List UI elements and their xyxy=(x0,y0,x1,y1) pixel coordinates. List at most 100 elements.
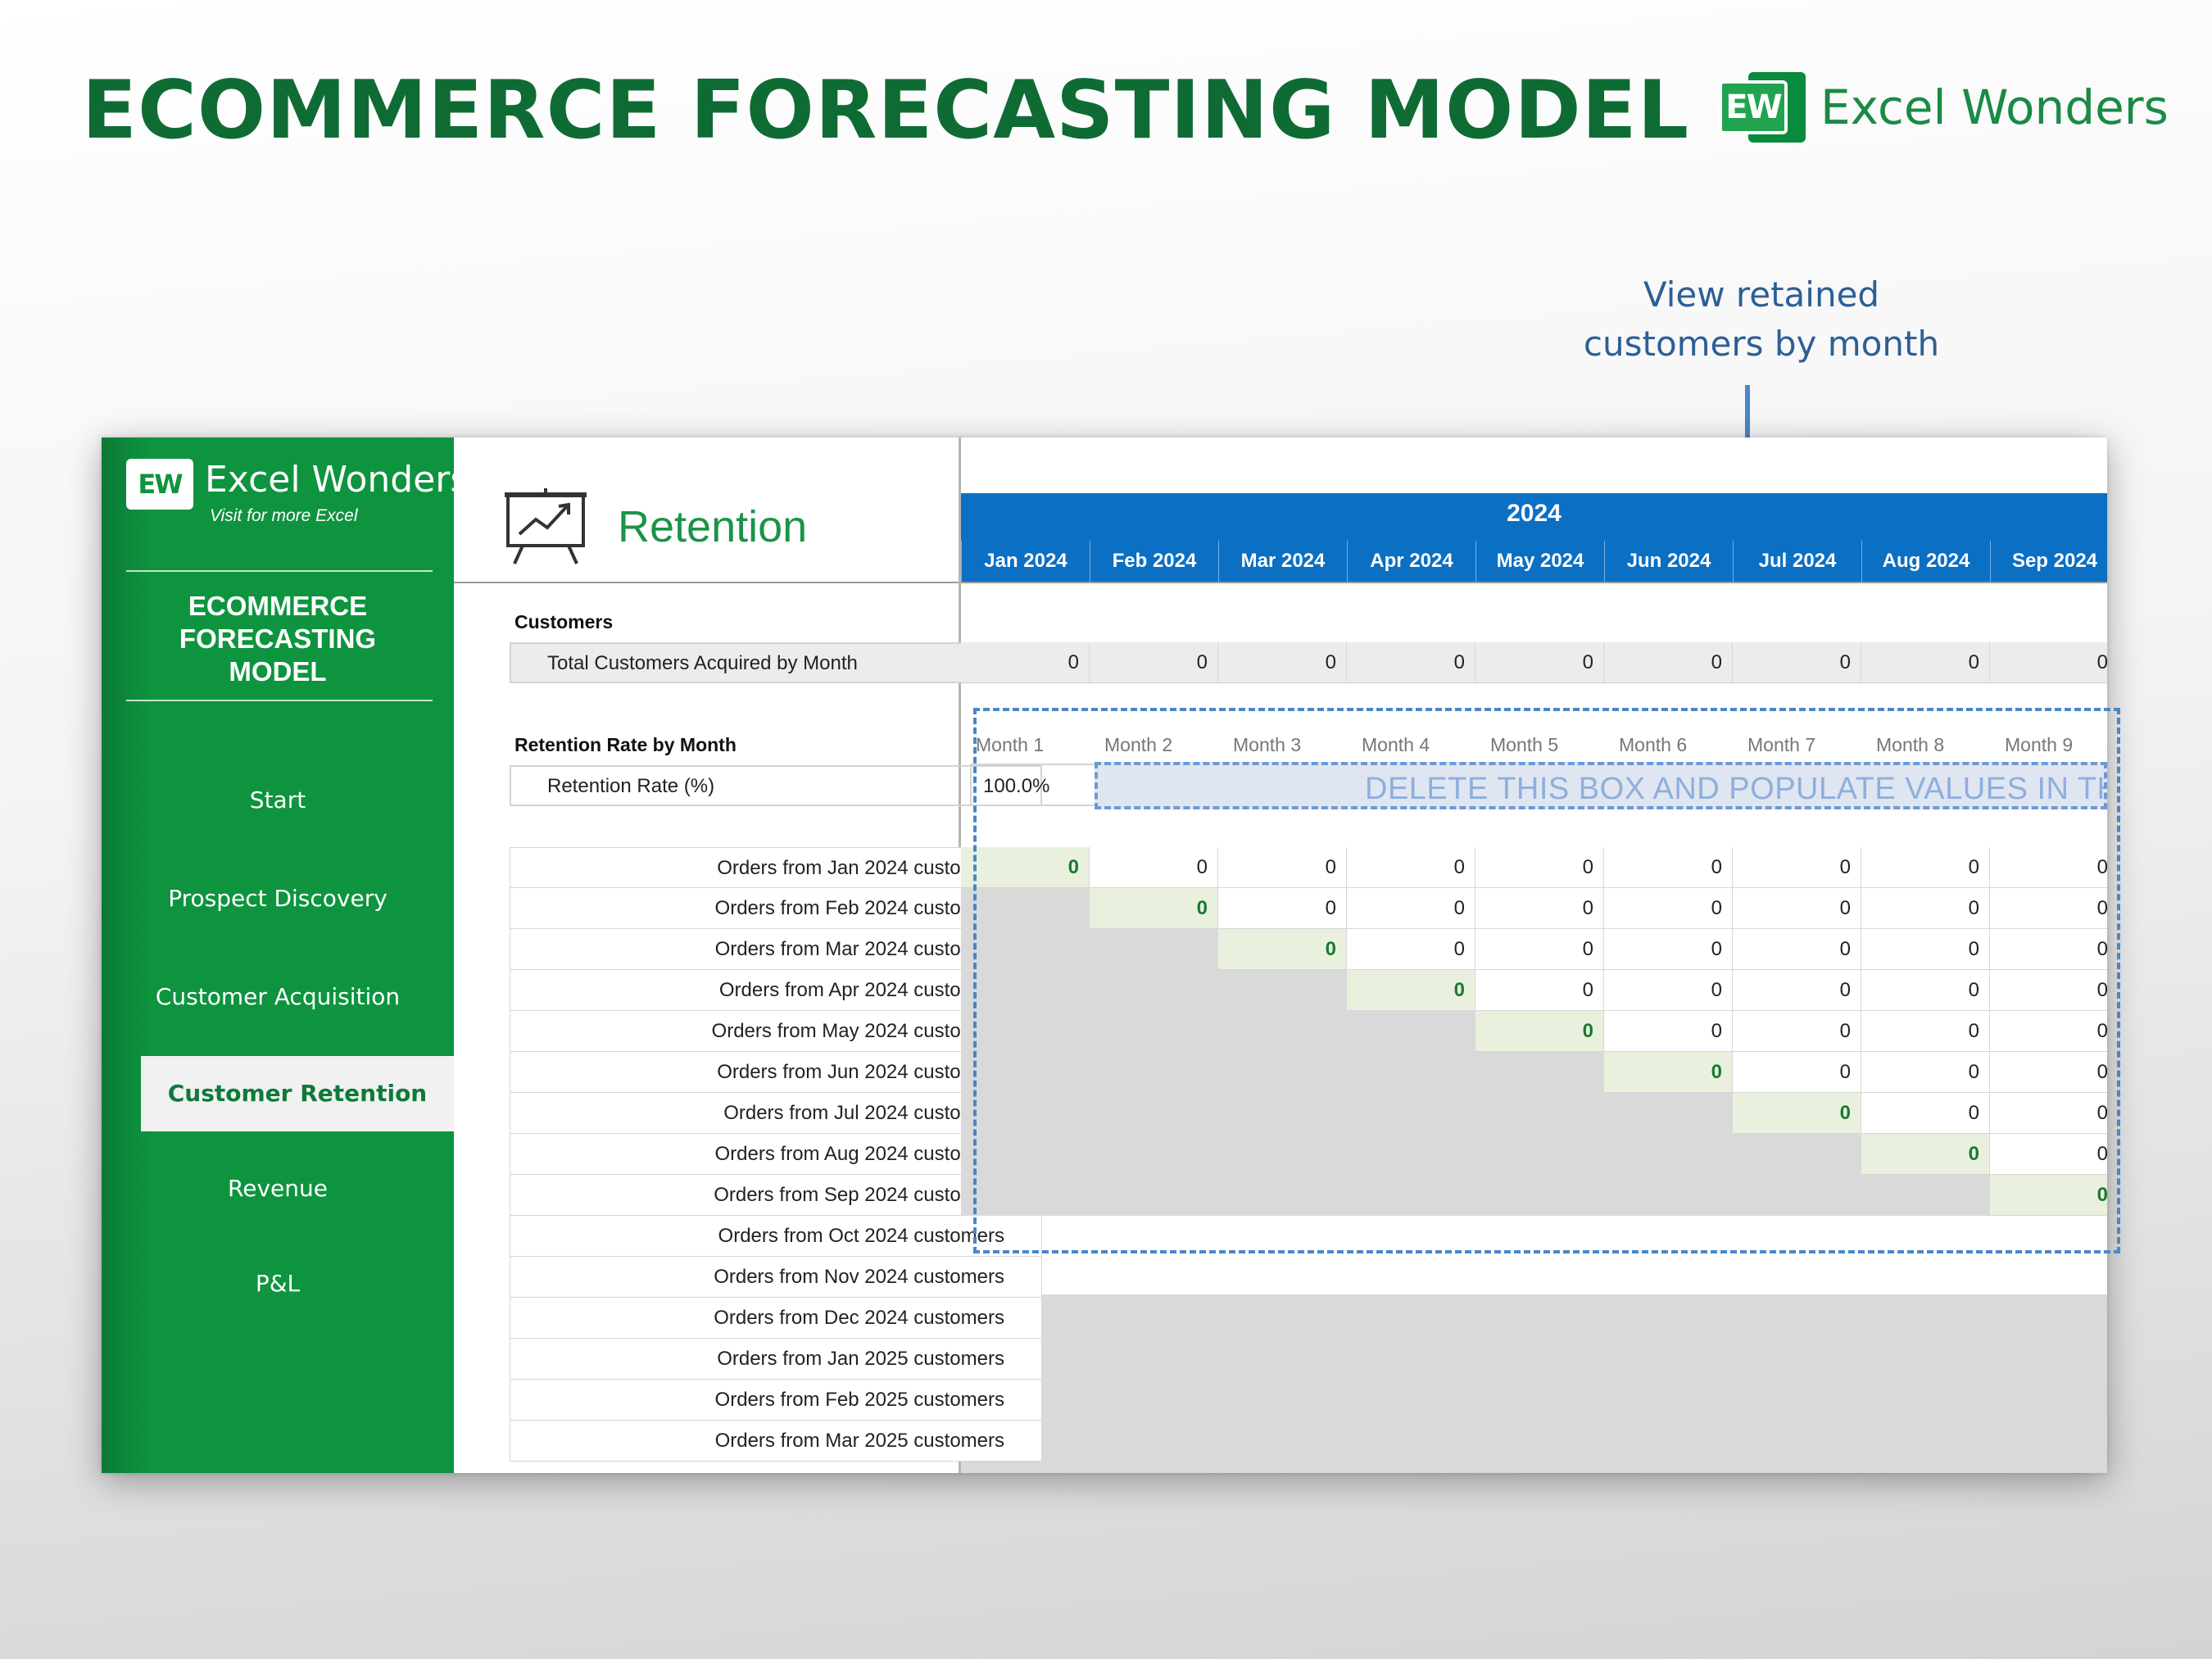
total-customers-cell[interactable]: 0 xyxy=(1604,642,1733,683)
orders-cell[interactable]: 0 xyxy=(1604,1011,1733,1052)
retention-rate-cell[interactable]: 100.0% xyxy=(970,764,1101,806)
month-header: Aug 2024 xyxy=(1861,541,1990,582)
empty-cell xyxy=(1090,1052,1218,1093)
orders-cell[interactable]: 0 xyxy=(1733,1011,1861,1052)
orders-cell[interactable]: 0 xyxy=(1861,1052,1990,1093)
cohort-start-cell[interactable]: 0 xyxy=(961,847,1090,888)
orders-cell[interactable]: 0 xyxy=(1733,970,1861,1011)
orders-cell[interactable]: 0 xyxy=(1861,1093,1990,1134)
orders-cell[interactable]: 0 xyxy=(1604,888,1733,929)
empty-cell xyxy=(1475,1052,1604,1093)
total-customers-cell[interactable]: 0 xyxy=(1090,642,1218,683)
total-customers-cell[interactable]: 0 xyxy=(1861,642,1990,683)
orders-cell[interactable]: 0 xyxy=(1090,847,1218,888)
retention-rate-label: Retention Rate (%) xyxy=(510,765,1042,806)
orders-cell[interactable]: 0 xyxy=(1475,888,1604,929)
empty-cell xyxy=(1218,1011,1347,1052)
orders-cell[interactable]: 0 xyxy=(1218,847,1347,888)
cohort-start-cell[interactable]: 0 xyxy=(1861,1134,1990,1175)
orders-cell[interactable]: 0 xyxy=(1861,929,1990,970)
empty-cell xyxy=(1347,1011,1475,1052)
orders-cell[interactable]: 0 xyxy=(1347,929,1475,970)
orders-cell[interactable]: 0 xyxy=(1990,888,2107,929)
orders-cell[interactable]: 0 xyxy=(1990,1093,2107,1134)
nav-start[interactable]: Start xyxy=(102,786,454,814)
total-customers-cell[interactable]: 0 xyxy=(1347,642,1475,683)
orders-row-label: Orders from Jan 2025 customers xyxy=(510,1339,1042,1380)
month-header: Feb 2024 xyxy=(1090,541,1218,582)
nav-customer-retention[interactable]: Customer Retention xyxy=(141,1056,454,1131)
cohort-start-cell[interactable]: 0 xyxy=(1733,1093,1861,1134)
month-index-label: Month 1 xyxy=(976,734,1045,755)
cohort-start-cell[interactable]: 0 xyxy=(1347,970,1475,1011)
placeholder-delete-box[interactable]: DELETE THIS BOX AND POPULATE VALUES IN T… xyxy=(1095,762,2107,809)
nav-revenue[interactable]: Revenue xyxy=(102,1175,454,1202)
orders-cell[interactable]: 0 xyxy=(1347,888,1475,929)
cohort-start-cell[interactable]: 0 xyxy=(1475,1011,1604,1052)
orders-cell[interactable]: 0 xyxy=(1990,929,2107,970)
total-customers-cell[interactable]: 0 xyxy=(1475,642,1604,683)
empty-cell xyxy=(961,929,1090,970)
nav-p-and-l[interactable]: P&L xyxy=(102,1270,454,1297)
total-customers-cell[interactable]: 0 xyxy=(961,642,1090,683)
nav-customer-acquisition[interactable]: Customer Acquisition xyxy=(102,983,454,1010)
orders-cell[interactable]: 0 xyxy=(1475,847,1604,888)
orders-cell[interactable]: 0 xyxy=(1990,847,2107,888)
empty-cell xyxy=(1475,1134,1604,1175)
orders-cell[interactable]: 0 xyxy=(1861,970,1990,1011)
total-customers-cell[interactable]: 0 xyxy=(1218,642,1347,683)
cohort-start-cell[interactable]: 0 xyxy=(1090,888,1218,929)
callout-text: View retained customers by month xyxy=(1557,270,1966,369)
nav-prospect-discovery[interactable]: Prospect Discovery xyxy=(102,885,454,912)
orders-cell[interactable]: 0 xyxy=(1861,1011,1990,1052)
orders-cell[interactable]: 0 xyxy=(1733,1052,1861,1093)
month-index-label: Month 4 xyxy=(1362,734,1430,755)
orders-cell[interactable]: 0 xyxy=(1733,888,1861,929)
orders-cell[interactable]: 0 xyxy=(1861,847,1990,888)
sheet-title: Retention xyxy=(618,502,808,551)
orders-cell[interactable]: 0 xyxy=(1604,929,1733,970)
empty-cell xyxy=(1218,1134,1347,1175)
sidebar-divider xyxy=(126,700,433,701)
month-index-label: Month 2 xyxy=(1104,734,1173,755)
empty-cell xyxy=(1604,1175,1733,1216)
empty-cell xyxy=(1218,1175,1347,1216)
month-index-label: Month 3 xyxy=(1233,734,1302,755)
orders-cell[interactable]: 0 xyxy=(1990,970,2107,1011)
total-customers-cell[interactable]: 0 xyxy=(1990,642,2107,683)
empty-cell xyxy=(1090,1093,1218,1134)
empty-cell xyxy=(961,888,1090,929)
empty-cell xyxy=(1861,1175,1990,1216)
orders-cell[interactable]: 0 xyxy=(1861,888,1990,929)
orders-cell[interactable]: 0 xyxy=(1218,888,1347,929)
excel-wonders-logo-icon: EW xyxy=(1719,72,1806,143)
cohort-start-cell[interactable]: 0 xyxy=(1604,1052,1733,1093)
orders-cell[interactable]: 0 xyxy=(1604,847,1733,888)
orders-cell[interactable]: 0 xyxy=(1347,847,1475,888)
orders-cell[interactable]: 0 xyxy=(1990,1052,2107,1093)
orders-cell[interactable]: 0 xyxy=(1604,970,1733,1011)
total-customers-cell[interactable]: 0 xyxy=(1733,642,1861,683)
month-header: Sep 2024 xyxy=(1990,541,2107,582)
empty-cell xyxy=(1604,1093,1733,1134)
sidebar-brand-name: Excel Wonders xyxy=(205,459,469,501)
empty-cell xyxy=(1604,1134,1733,1175)
month-header: Jan 2024 xyxy=(961,541,1090,582)
orders-row-label: Orders from Feb 2025 customers xyxy=(510,1380,1042,1421)
orders-cell[interactable]: 0 xyxy=(1475,970,1604,1011)
orders-cell[interactable]: 0 xyxy=(1733,847,1861,888)
empty-cell xyxy=(1347,1175,1475,1216)
orders-cell[interactable]: 0 xyxy=(1990,1011,2107,1052)
sidebar-divider xyxy=(126,570,433,572)
cohort-start-cell[interactable]: 0 xyxy=(1990,1175,2107,1216)
cohort-start-cell[interactable]: 0 xyxy=(1218,929,1347,970)
page-title: ECOMMERCE FORECASTING MODEL xyxy=(82,64,1690,157)
sidebar-brand[interactable]: EW Excel Wonders Visit for more Excel xyxy=(126,459,469,526)
empty-cell xyxy=(1733,1175,1861,1216)
orders-cell[interactable]: 0 xyxy=(1733,929,1861,970)
sidebar-tagline[interactable]: Visit for more Excel xyxy=(210,506,469,526)
orders-cell[interactable]: 0 xyxy=(1990,1134,2107,1175)
orders-cell[interactable]: 0 xyxy=(1475,929,1604,970)
callout-line-1: View retained xyxy=(1643,274,1880,315)
month-index-label: Month 6 xyxy=(1619,734,1688,755)
